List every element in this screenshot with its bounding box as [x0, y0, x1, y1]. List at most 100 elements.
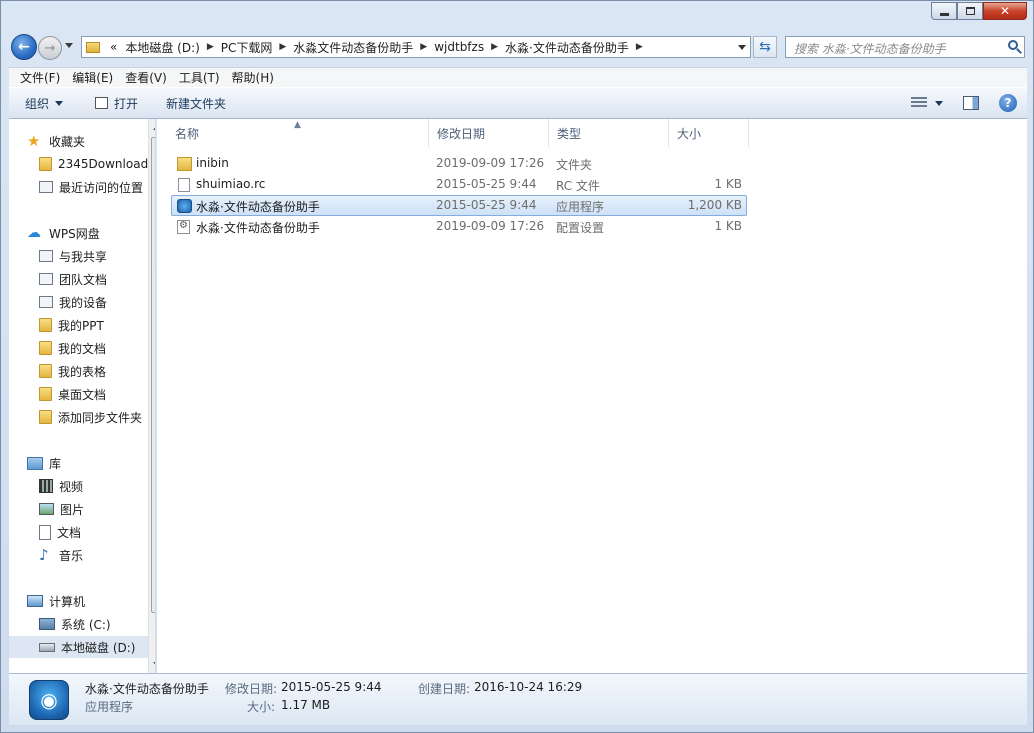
breadcrumb-separator-icon[interactable]: ▶: [633, 42, 646, 52]
open-button[interactable]: 打开: [85, 95, 148, 112]
column-name[interactable]: 名称: [167, 119, 429, 147]
device-icon: [39, 296, 53, 308]
nav-wps[interactable]: ☁ WPS网盘: [27, 222, 155, 244]
address-bar[interactable]: « 本地磁盘 (D:) ▶ PC下载网 ▶ 水淼文件动态备份助手 ▶ wjdtb…: [81, 36, 751, 58]
folder-icon: [39, 341, 52, 355]
preview-pane-icon[interactable]: [963, 96, 979, 110]
breadcrumb-app-folder[interactable]: 水淼文件动态备份助手: [289, 39, 417, 56]
details-size: 1.17 MB: [281, 698, 331, 712]
recent-places-icon: [39, 181, 53, 193]
file-date: 2019-09-09 17:26: [436, 219, 545, 233]
column-type[interactable]: 类型: [549, 119, 669, 147]
history-dropdown-icon[interactable]: [65, 43, 73, 48]
nav-item-drive-c[interactable]: 系统 (C:): [39, 613, 148, 635]
minimize-button[interactable]: [931, 2, 957, 20]
folder-icon: [177, 157, 192, 171]
app-icon: [177, 199, 192, 213]
breadcrumb-overflow[interactable]: «: [106, 40, 121, 54]
open-label: 打开: [114, 96, 139, 111]
menu-file[interactable]: 文件(F): [15, 69, 65, 86]
new-folder-button[interactable]: 新建文件夹: [156, 95, 236, 112]
menu-view[interactable]: 查看(V): [120, 69, 172, 86]
nav-label: 我的表格: [58, 364, 107, 379]
star-icon: ★: [27, 132, 41, 150]
breadcrumb-pc-download[interactable]: PC下载网: [217, 39, 277, 56]
nav-label: 文档: [57, 525, 82, 540]
file-type: 配置设置: [556, 221, 605, 235]
system-drive-icon: [39, 618, 55, 630]
breadcrumb-drive-d[interactable]: 本地磁盘 (D:): [121, 39, 203, 56]
nav-item-team-docs[interactable]: 团队文档: [39, 268, 148, 290]
breadcrumb-current[interactable]: 水淼·文件动态备份助手: [501, 39, 633, 56]
nav-item-sheets[interactable]: 我的表格: [39, 360, 148, 382]
scroll-thumb[interactable]: [151, 137, 155, 613]
shared-icon: [39, 250, 53, 262]
nav-item-devices[interactable]: 我的设备: [39, 291, 148, 313]
refresh-button[interactable]: ⇆: [753, 36, 777, 58]
scroll-up-icon[interactable]: [153, 125, 155, 130]
file-row[interactable]: shuimiao.rc 2015-05-25 9:44 RC 文件 1 KB: [171, 174, 747, 195]
search-icon[interactable]: [1008, 40, 1018, 50]
folder-icon: [39, 410, 52, 424]
nav-label: 音乐: [59, 548, 84, 563]
nav-libraries[interactable]: 库: [27, 452, 155, 474]
file-type: 文件夹: [556, 158, 593, 172]
nav-item-pictures[interactable]: 图片: [39, 498, 148, 520]
scroll-down-icon[interactable]: [153, 662, 155, 667]
organize-button[interactable]: 组织: [15, 95, 73, 112]
picture-icon: [39, 503, 54, 515]
nav-item-ppt[interactable]: 我的PPT: [39, 314, 148, 336]
back-arrow-icon: ←: [18, 39, 30, 55]
details-name: 水淼·文件动态备份助手: [85, 682, 209, 696]
nav-favorites[interactable]: ★ 收藏夹: [27, 130, 155, 152]
back-button[interactable]: ←: [11, 34, 37, 60]
search-input[interactable]: 搜索 水淼·文件动态备份助手: [785, 36, 1025, 58]
nav-item-recent[interactable]: 最近访问的位置: [39, 176, 148, 198]
nav-item-desktop-docs[interactable]: 桌面文档: [39, 383, 148, 405]
breadcrumb-separator-icon[interactable]: ▶: [417, 42, 430, 52]
nav-item-music[interactable]: ♪ 音乐: [39, 544, 148, 566]
maximize-icon: [965, 7, 975, 15]
breadcrumb-separator-icon[interactable]: ▶: [488, 42, 501, 52]
forward-arrow-icon: →: [44, 40, 56, 56]
breadcrumb-separator-icon[interactable]: ▶: [204, 42, 217, 52]
file-type: RC 文件: [556, 179, 600, 193]
menu-edit[interactable]: 编辑(E): [67, 69, 118, 86]
nav-scrollbar[interactable]: [148, 119, 155, 673]
column-date[interactable]: 修改日期: [429, 119, 549, 147]
file-list-pane: ▲ 名称 修改日期 类型 大小 inibin 2019-09-09 17:26 …: [157, 119, 1027, 673]
address-dropdown-icon[interactable]: [738, 45, 746, 50]
file-size: 1 KB: [714, 177, 742, 191]
file-name: inibin: [196, 156, 229, 170]
file-row[interactable]: 水淼·文件动态备份助手 2019-09-09 17:26 配置设置 1 KB: [171, 216, 747, 237]
view-dropdown-icon[interactable]: [935, 100, 943, 106]
menu-help[interactable]: 帮助(H): [227, 69, 279, 86]
nav-item-add-sync[interactable]: 添加同步文件夹: [39, 406, 148, 428]
nav-label: 系统 (C:): [61, 617, 111, 632]
nav-item-videos[interactable]: 视频: [39, 475, 148, 497]
column-label: 修改日期: [437, 126, 486, 141]
maximize-button[interactable]: [957, 2, 983, 20]
breadcrumb-separator-icon[interactable]: ▶: [276, 42, 289, 52]
menu-bar: 文件(F) 编辑(E) 查看(V) 工具(T) 帮助(H): [9, 67, 1027, 87]
nav-item-drive-d[interactable]: 本地磁盘 (D:): [9, 636, 148, 658]
nav-computer[interactable]: 计算机: [27, 590, 155, 612]
nav-item-shared[interactable]: 与我共享: [39, 245, 148, 267]
column-size[interactable]: 大小: [669, 119, 749, 147]
menu-tools[interactable]: 工具(T): [174, 69, 225, 86]
view-controls: ?: [911, 94, 1017, 112]
file-date: 2015-05-25 9:44: [436, 177, 537, 191]
nav-item-2345downloads[interactable]: 2345Downloads: [39, 153, 148, 175]
nav-label: 视频: [59, 479, 84, 494]
forward-button[interactable]: →: [38, 36, 62, 60]
help-icon[interactable]: ?: [999, 94, 1017, 112]
breadcrumb-wjdtbfzs[interactable]: wjdtbfzs: [430, 40, 488, 54]
file-size: 1 KB: [714, 219, 742, 233]
change-view-icon[interactable]: [911, 97, 927, 109]
nav-item-lib-documents[interactable]: 文档: [39, 521, 148, 543]
file-date: 2019-09-09 17:26: [436, 156, 545, 170]
file-row-selected[interactable]: 水淼·文件动态备份助手 2015-05-25 9:44 应用程序 1,200 K…: [171, 195, 747, 216]
nav-item-documents[interactable]: 我的文档: [39, 337, 148, 359]
close-button[interactable]: ✕: [983, 2, 1027, 20]
file-row[interactable]: inibin 2019-09-09 17:26 文件夹: [171, 153, 747, 174]
